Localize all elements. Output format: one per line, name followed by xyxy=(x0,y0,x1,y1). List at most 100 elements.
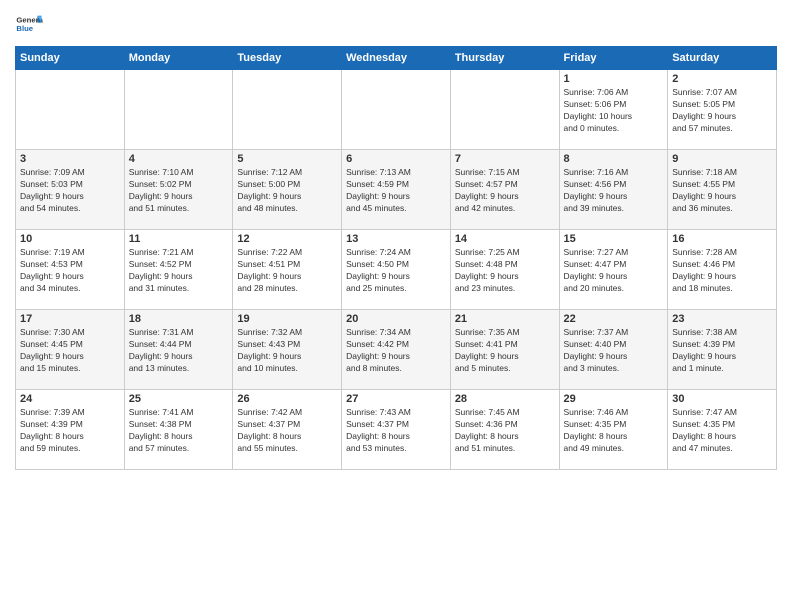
day-info: Sunrise: 7:12 AM Sunset: 5:00 PM Dayligh… xyxy=(237,167,337,215)
day-cell: 8 Sunrise: 7:16 AM Sunset: 4:56 PM Daylig… xyxy=(559,150,668,230)
day-number: 12 xyxy=(237,233,337,245)
col-wednesday: Wednesday xyxy=(342,47,451,70)
day-info: Sunrise: 7:07 AM Sunset: 5:05 PM Dayligh… xyxy=(672,87,772,135)
col-sunday: Sunday xyxy=(16,47,125,70)
day-number: 27 xyxy=(346,393,446,405)
day-number: 19 xyxy=(237,313,337,325)
day-cell: 7Sunrise: 7:15 AM Sunset: 4:57 PM Daylig… xyxy=(450,150,559,230)
day-cell: 1Sunrise: 7:06 AM Sunset: 5:06 PM Daylig… xyxy=(559,70,668,150)
day-info: Sunrise: 7:16 AM Sunset: 4:56 PM Dayligh… xyxy=(564,167,664,215)
day-cell: 26 Sunrise: 7:42 AM Sunset: 4:37 PM Dayli… xyxy=(233,390,342,470)
day-number: 11 xyxy=(129,233,229,245)
day-number: 10 xyxy=(20,233,120,245)
day-cell: 14 Sunrise: 7:25 AM Sunset: 4:48 PM Dayli… xyxy=(450,230,559,310)
day-info: Sunrise: 7:34 AM Sunset: 4:42 PM Dayligh… xyxy=(346,327,446,375)
day-number: 18 xyxy=(129,313,229,325)
day-number: 15 xyxy=(564,233,664,245)
day-cell: 12 Sunrise: 7:22 AM Sunset: 4:51 PM Dayli… xyxy=(233,230,342,310)
day-number: 29 xyxy=(564,393,664,405)
day-info: Sunrise: 7:35 AM Sunset: 4:41 PM Dayligh… xyxy=(455,327,555,375)
day-info: Sunrise: 7:25 AM Sunset: 4:48 PM Dayligh… xyxy=(455,247,555,295)
day-cell: 29 Sunrise: 7:46 AM Sunset: 4:35 PM Dayli… xyxy=(559,390,668,470)
day-cell: 30 Sunrise: 7:47 AM Sunset: 4:35 PM Dayli… xyxy=(668,390,777,470)
day-number: 2 xyxy=(672,73,772,85)
day-cell: 25 Sunrise: 7:41 AM Sunset: 4:38 PM Dayli… xyxy=(124,390,233,470)
day-cell: 21 Sunrise: 7:35 AM Sunset: 4:41 PM Dayli… xyxy=(450,310,559,390)
day-number: 16 xyxy=(672,233,772,245)
day-cell xyxy=(450,70,559,150)
day-number: 20 xyxy=(346,313,446,325)
col-saturday: Saturday xyxy=(668,47,777,70)
day-number: 22 xyxy=(564,313,664,325)
day-number: 8 xyxy=(564,153,664,165)
day-info: Sunrise: 7:09 AM Sunset: 5:03 PM Dayligh… xyxy=(20,167,120,215)
day-cell: 4 Sunrise: 7:10 AM Sunset: 5:02 PM Daylig… xyxy=(124,150,233,230)
day-number: 28 xyxy=(455,393,555,405)
day-cell: 23 Sunrise: 7:38 AM Sunset: 4:39 PM Dayli… xyxy=(668,310,777,390)
day-cell xyxy=(233,70,342,150)
col-monday: Monday xyxy=(124,47,233,70)
logo: General Blue xyxy=(15,10,43,38)
day-info: Sunrise: 7:27 AM Sunset: 4:47 PM Dayligh… xyxy=(564,247,664,295)
day-info: Sunrise: 7:21 AM Sunset: 4:52 PM Dayligh… xyxy=(129,247,229,295)
day-cell: 9 Sunrise: 7:18 AM Sunset: 4:55 PM Daylig… xyxy=(668,150,777,230)
day-cell: 24 Sunrise: 7:39 AM Sunset: 4:39 PM Dayli… xyxy=(16,390,125,470)
day-number: 24 xyxy=(20,393,120,405)
day-number: 25 xyxy=(129,393,229,405)
day-number: 23 xyxy=(672,313,772,325)
day-number: 4 xyxy=(129,153,229,165)
week-row-4: 17 Sunrise: 7:30 AM Sunset: 4:45 PM Dayli… xyxy=(16,310,777,390)
day-info: Sunrise: 7:47 AM Sunset: 4:35 PM Dayligh… xyxy=(672,407,772,455)
day-info: Sunrise: 7:38 AM Sunset: 4:39 PM Dayligh… xyxy=(672,327,772,375)
day-cell xyxy=(342,70,451,150)
day-info: Sunrise: 7:30 AM Sunset: 4:45 PM Dayligh… xyxy=(20,327,120,375)
day-number: 3 xyxy=(20,153,120,165)
day-cell: 15 Sunrise: 7:27 AM Sunset: 4:47 PM Dayli… xyxy=(559,230,668,310)
day-cell xyxy=(124,70,233,150)
day-cell: 18Sunrise: 7:31 AM Sunset: 4:44 PM Dayli… xyxy=(124,310,233,390)
day-cell: 10Sunrise: 7:19 AM Sunset: 4:53 PM Dayli… xyxy=(16,230,125,310)
day-number: 7 xyxy=(455,153,555,165)
col-thursday: Thursday xyxy=(450,47,559,70)
day-info: Sunrise: 7:39 AM Sunset: 4:39 PM Dayligh… xyxy=(20,407,120,455)
day-cell: 6 Sunrise: 7:13 AM Sunset: 4:59 PM Daylig… xyxy=(342,150,451,230)
day-info: Sunrise: 7:42 AM Sunset: 4:37 PM Dayligh… xyxy=(237,407,337,455)
day-info: Sunrise: 7:13 AM Sunset: 4:59 PM Dayligh… xyxy=(346,167,446,215)
day-info: Sunrise: 7:24 AM Sunset: 4:50 PM Dayligh… xyxy=(346,247,446,295)
week-row-5: 24 Sunrise: 7:39 AM Sunset: 4:39 PM Dayli… xyxy=(16,390,777,470)
day-info: Sunrise: 7:28 AM Sunset: 4:46 PM Dayligh… xyxy=(672,247,772,295)
day-info: Sunrise: 7:10 AM Sunset: 5:02 PM Dayligh… xyxy=(129,167,229,215)
day-cell: 22Sunrise: 7:37 AM Sunset: 4:40 PM Dayli… xyxy=(559,310,668,390)
day-number: 14 xyxy=(455,233,555,245)
day-info: Sunrise: 7:41 AM Sunset: 4:38 PM Dayligh… xyxy=(129,407,229,455)
svg-text:Blue: Blue xyxy=(16,24,33,33)
day-number: 1 xyxy=(564,73,664,85)
day-cell: 28Sunrise: 7:45 AM Sunset: 4:36 PM Dayli… xyxy=(450,390,559,470)
day-number: 26 xyxy=(237,393,337,405)
day-info: Sunrise: 7:18 AM Sunset: 4:55 PM Dayligh… xyxy=(672,167,772,215)
col-friday: Friday xyxy=(559,47,668,70)
calendar-table: Sunday Monday Tuesday Wednesday Thursday… xyxy=(15,46,777,470)
day-cell: 2 Sunrise: 7:07 AM Sunset: 5:05 PM Daylig… xyxy=(668,70,777,150)
day-info: Sunrise: 7:46 AM Sunset: 4:35 PM Dayligh… xyxy=(564,407,664,455)
day-info: Sunrise: 7:32 AM Sunset: 4:43 PM Dayligh… xyxy=(237,327,337,375)
logo-icon: General Blue xyxy=(15,10,43,38)
day-number: 21 xyxy=(455,313,555,325)
day-number: 13 xyxy=(346,233,446,245)
day-number: 17 xyxy=(20,313,120,325)
day-cell: 19 Sunrise: 7:32 AM Sunset: 4:43 PM Dayli… xyxy=(233,310,342,390)
header-row: Sunday Monday Tuesday Wednesday Thursday… xyxy=(16,47,777,70)
day-cell xyxy=(16,70,125,150)
day-cell: 16 Sunrise: 7:28 AM Sunset: 4:46 PM Dayli… xyxy=(668,230,777,310)
day-number: 6 xyxy=(346,153,446,165)
page-container: General Blue Sunday Monday Tuesday Wedne… xyxy=(0,0,792,478)
day-info: Sunrise: 7:22 AM Sunset: 4:51 PM Dayligh… xyxy=(237,247,337,295)
day-number: 9 xyxy=(672,153,772,165)
week-row-2: 3 Sunrise: 7:09 AM Sunset: 5:03 PM Daylig… xyxy=(16,150,777,230)
page-header: General Blue xyxy=(15,10,777,38)
day-cell: 5Sunrise: 7:12 AM Sunset: 5:00 PM Daylig… xyxy=(233,150,342,230)
day-info: Sunrise: 7:43 AM Sunset: 4:37 PM Dayligh… xyxy=(346,407,446,455)
day-cell: 13 Sunrise: 7:24 AM Sunset: 4:50 PM Dayli… xyxy=(342,230,451,310)
day-cell: 17 Sunrise: 7:30 AM Sunset: 4:45 PM Dayli… xyxy=(16,310,125,390)
day-number: 30 xyxy=(672,393,772,405)
